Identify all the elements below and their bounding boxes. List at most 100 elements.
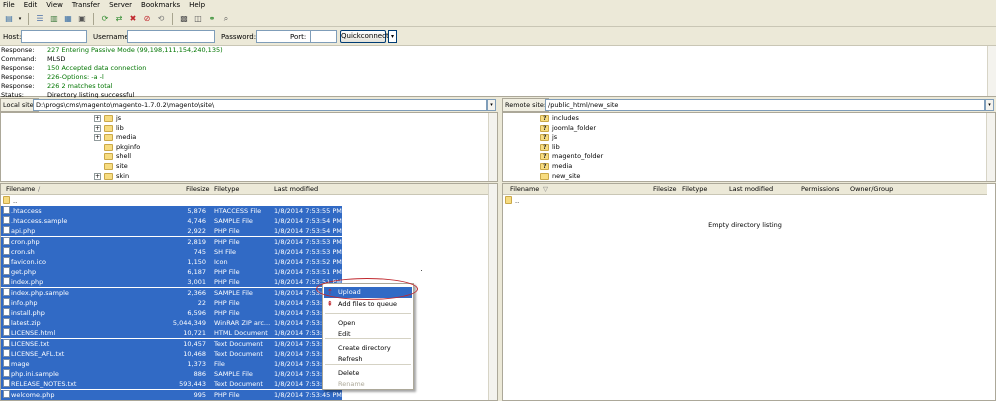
remote-path-input[interactable]: /public_html/new_site [545, 99, 985, 111]
dropdown-icon[interactable]: ▾ [17, 13, 23, 25]
menu-item-add-files-to-queue[interactable]: ⇞ Add files to queue [324, 299, 412, 310]
col-last-modified[interactable]: Last modified [729, 184, 773, 195]
sync-browsing-icon[interactable]: ⚭ [206, 13, 218, 25]
disconnect-icon[interactable]: ⊘ [141, 13, 153, 25]
menu-help[interactable]: Help [189, 0, 205, 10]
menu-edit[interactable]: Edit [24, 0, 38, 10]
file-row[interactable]: favicon.ico 1,150 Icon 1/8/2014 7:53:52 PM [1, 257, 342, 267]
file-row[interactable]: .htaccess.sample 4,746 SAMPLE File 1/8/2014… [1, 216, 342, 227]
log-key: Response: [1, 64, 35, 72]
file-row[interactable]: install.php 6,596 PHP File 1/8/2014 7:53:4 [1, 308, 342, 318]
directory-listing-filters-icon[interactable]: ▩ [178, 13, 190, 25]
menu-item-delete[interactable]: Delete [324, 368, 412, 379]
password-input[interactable] [256, 30, 318, 43]
tree-item[interactable]: pkginfo [94, 143, 140, 152]
local-path-dropdown-icon[interactable]: ▾ [487, 99, 496, 111]
file-row[interactable]: mage 1,373 File 1/8/2014 7:53:4 [1, 359, 342, 369]
local-tree-scrollbar[interactable] [488, 113, 497, 181]
tree-item[interactable]: + js [94, 114, 121, 123]
toggle-queue-icon[interactable]: ▣ [76, 13, 88, 25]
file-row[interactable]: php.ini.sample 886 SAMPLE File 1/8/2014 7:5… [1, 369, 342, 380]
col-filesize[interactable]: Filesize [653, 184, 676, 195]
menu-file[interactable]: File [3, 0, 15, 10]
col-permissions[interactable]: Permissions [801, 184, 839, 195]
toolbar-separator [28, 12, 29, 25]
file-row[interactable]: api.php 2,922 PHP File 1/8/2014 7:53:54 PM [1, 226, 342, 237]
tree-item[interactable]: + skin [94, 172, 129, 181]
expand-icon[interactable]: + [94, 115, 101, 122]
file-icon [3, 206, 10, 214]
col-filename[interactable]: Filename [6, 184, 35, 195]
menu-transfer[interactable]: Transfer [72, 0, 100, 10]
tree-item[interactable]: lib [540, 143, 560, 152]
tree-item[interactable]: + lib [94, 124, 124, 133]
username-label: Username: [93, 33, 132, 41]
file-row[interactable]: LICENSE.html 10,721 HTML Document 1/8/2014 … [1, 328, 342, 339]
filename: LICENSE.txt [11, 339, 50, 348]
expand-icon[interactable]: + [94, 124, 101, 132]
tree-item[interactable]: joomla_folder [540, 124, 596, 133]
file-row[interactable]: cron.sh 745 SH File 1/8/2014 7:53:53 PM [1, 246, 342, 257]
tree-item[interactable]: + media [94, 133, 136, 142]
host-input[interactable] [21, 30, 87, 43]
tree-item[interactable]: magento_folder [540, 152, 603, 161]
file-row[interactable]: index.php.sample 2,366 SAMPLE File 1/8/2014… [1, 287, 342, 298]
tree-item[interactable]: media [540, 162, 572, 171]
col-owner-group[interactable]: Owner/Group [850, 184, 893, 195]
toggle-remote-tree-icon[interactable]: ▦ [62, 13, 74, 25]
remote-tree-scrollbar[interactable] [986, 113, 995, 181]
tree-item[interactable]: includes [540, 114, 579, 123]
col-filetype[interactable]: Filetype [682, 184, 707, 195]
quickconnect-button[interactable]: Quickconnect [340, 30, 389, 43]
local-list-scrollbar[interactable] [488, 184, 497, 400]
tree-item[interactable]: site [94, 162, 128, 171]
last-modified: 1/8/2014 7:53:4 [274, 319, 327, 328]
file-icon [3, 318, 10, 327]
tree-item[interactable]: js [540, 133, 557, 142]
compare-icon[interactable]: ◫ [192, 13, 204, 25]
folder-icon [505, 196, 512, 204]
folder-icon [104, 153, 113, 161]
menu-item-create-directory[interactable]: Create directory [324, 343, 412, 354]
process-queue-icon[interactable]: ⇄ [113, 13, 125, 25]
menu-bar: File Edit View Transfer Server Bookmarks… [0, 0, 996, 10]
file-row[interactable]: index.php 3,001 PHP File 1/8/2014 7:53:51 P… [1, 277, 342, 288]
parent-directory-row[interactable]: .. [1, 196, 489, 206]
col-filename[interactable]: Filename [510, 184, 539, 195]
menu-bookmarks[interactable]: Bookmarks [141, 0, 180, 10]
search-icon[interactable]: ⌕ [220, 13, 232, 25]
site-manager-icon[interactable]: ▤ [3, 13, 15, 25]
quickconnect-dropdown-icon[interactable]: ▾ [388, 30, 397, 43]
toggle-local-tree-icon[interactable]: ▥ [48, 13, 60, 25]
menu-server[interactable]: Server [109, 0, 132, 10]
file-row[interactable]: LICENSE.txt 10,457 Text Document 1/8/2014 7… [1, 338, 342, 349]
refresh-icon[interactable]: ⟳ [99, 13, 111, 25]
file-row[interactable]: latest.zip 5,044,349 WinRAR ZIP arc... 1/8/… [1, 318, 342, 329]
reconnect-icon[interactable]: ⟲ [155, 13, 167, 25]
file-row[interactable]: welcome.php 995 PHP File 1/8/2014 7:53:45 P… [1, 389, 342, 400]
file-row[interactable]: get.php 6,187 PHP File 1/8/2014 7:53:51 PM [1, 267, 342, 278]
expand-icon[interactable]: + [94, 134, 101, 142]
file-row[interactable]: RELEASE_NOTES.txt 593,443 Text Document 1/8… [1, 379, 342, 390]
toggle-log-icon[interactable]: ☰ [34, 13, 46, 25]
log-scrollbar[interactable] [987, 46, 996, 96]
col-filetype[interactable]: Filetype [214, 184, 239, 195]
col-last-modified[interactable]: Last modified [274, 184, 318, 195]
parent-directory-row[interactable]: .. [503, 196, 987, 206]
col-filesize[interactable]: Filesize [186, 184, 209, 195]
expand-icon[interactable]: + [94, 172, 101, 180]
menu-view[interactable]: View [46, 0, 63, 10]
username-input[interactable] [127, 30, 215, 43]
menu-item-open[interactable]: Open [324, 318, 412, 329]
tree-item[interactable]: new_site [540, 172, 580, 181]
file-row[interactable]: info.php 22 PHP File 1/8/2014 7:53:5 [1, 297, 342, 308]
tree-item[interactable]: shell [94, 152, 131, 161]
file-row[interactable]: cron.php 2,819 PHP File 1/8/2014 7:53:53 PM [1, 236, 342, 247]
toolbar-separator [172, 12, 173, 25]
file-row[interactable]: .htaccess 5,876 HTACCESS File 1/8/2014 7:53… [1, 206, 342, 216]
local-path-input[interactable]: D:\progs\cms\magento\magento-1.7.0.2\mag… [33, 99, 487, 111]
port-input[interactable] [310, 30, 337, 43]
file-row[interactable]: LICENSE_AFL.txt 10,468 Text Document 1/8/20… [1, 348, 342, 359]
cancel-icon[interactable]: ✖ [127, 13, 139, 25]
remote-path-dropdown-icon[interactable]: ▾ [985, 99, 994, 111]
